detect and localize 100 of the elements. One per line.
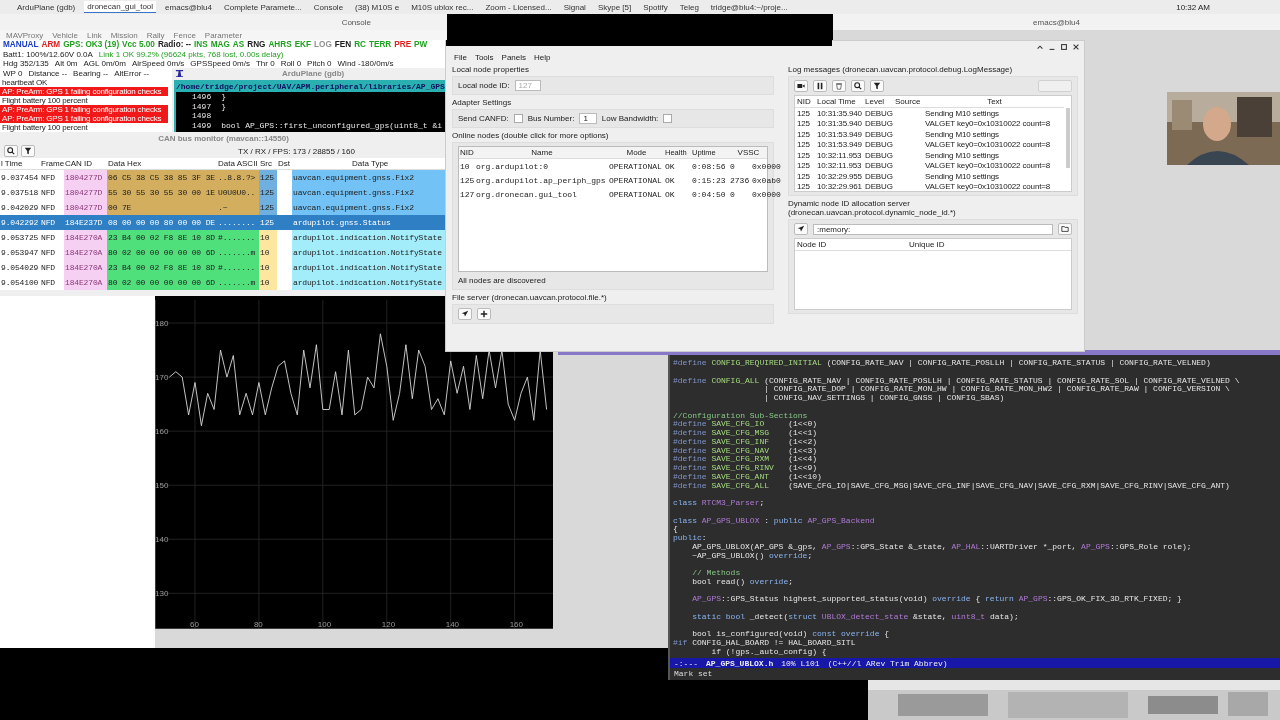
maximize-icon[interactable] <box>1060 42 1068 51</box>
taskbar-button[interactable]: emacs@blu4 <box>162 1 215 13</box>
code-token: &state, <box>912 611 948 621</box>
taskbar-button[interactable]: Skype [5] <box>594 1 635 13</box>
checkbox[interactable] <box>663 114 673 123</box>
rocket-button[interactable] <box>458 308 472 320</box>
field-label: Low Bandwidth: <box>601 114 659 123</box>
camera-icon <box>797 82 805 90</box>
buffer-state: -:--- <box>674 658 698 668</box>
table-cell-text: Sending M10 settings <box>924 129 1000 139</box>
code-token: (1<<9) <box>787 463 818 472</box>
bus-number-spinbox[interactable]: 1 <box>579 113 597 124</box>
table-cell-text: Sending M10 settings <box>924 108 1000 118</box>
frame-row[interactable]: 9.042029 NFD 1804277D 00 7E .~ 125 uavcan.equipment.gnss.Fix2 <box>0 200 447 215</box>
menu-item[interactable]: Fence <box>173 30 196 40</box>
column-header: Unique ID <box>908 240 946 249</box>
table-cell: 00 7E <box>107 200 217 215</box>
taskbar-button[interactable]: Complete Paramete... <box>220 1 305 13</box>
table-cell: ardupilot.indication.NotifyState <box>292 230 447 245</box>
axis-tick-label: 150 <box>155 481 169 491</box>
menu-item[interactable]: Rally <box>146 30 165 40</box>
table-cell: 23 B4 00 02 F8 8E 10 8D <box>107 230 217 245</box>
table-cell-text: 125 <box>796 108 811 118</box>
menu-item[interactable]: Vehicle <box>52 30 78 40</box>
code-token: | CONFIG_RATE_DOP | CONFIG_RATE_MON_HW | CONFIG_RATE_MON_HW2 | CONFIG_RATE_RAW | CONFIG_VERSION \ <box>763 384 1230 394</box>
table-cell: 55 30 55 30 55 30 00 1E <box>107 185 217 200</box>
code-token: // Methods <box>691 568 741 577</box>
code-token: _detect( <box>748 611 789 621</box>
code-token: CONFIG_REQUIRED_INITIAL <box>710 358 822 367</box>
taskbar-button[interactable]: ArduPlane (gdb) <box>14 1 79 13</box>
search-button[interactable] <box>851 80 865 92</box>
column-header: Text <box>986 97 1003 106</box>
taskbar-button[interactable]: dronecan_gui_tool <box>84 1 157 13</box>
code-token: AP_GPS_UBLOX <box>700 515 760 525</box>
folder-button[interactable] <box>1058 223 1072 235</box>
table-cell: .......m <box>217 275 259 290</box>
frame-row[interactable]: 9.037518 NFD 1804277D 55 30 55 30 55 30 00 1E U0U0U0.. 125 uavcan.equipment.gnss.Fix2 <box>0 185 447 200</box>
frame-row[interactable]: 9.054029 NFD 184E270A 23 B4 00 02 F8 8E 10 8D #....... 10 ardupilot.indication.NotifyState <box>0 260 447 275</box>
table-cell-text: 9.054100 <box>0 277 40 289</box>
filter-button[interactable] <box>870 80 884 92</box>
clock: 10:32 AM <box>1176 2 1210 12</box>
search-button[interactable] <box>4 145 18 157</box>
table-cell-text: org.ardupilot:0 <box>475 161 549 171</box>
taskbar-button[interactable]: Console <box>310 1 347 13</box>
camera-button[interactable] <box>794 80 808 92</box>
frame-row[interactable]: 9.042292 NFD 184E237D 08 00 00 00 80 00 00 DE ........ 125 ardupilot.gnss.Status <box>0 215 447 230</box>
add-button[interactable] <box>477 308 491 320</box>
menu-item[interactable]: File <box>454 52 467 62</box>
code-token: CONFIG_ALL <box>710 375 760 385</box>
menu-item[interactable]: Link <box>87 30 102 40</box>
code-token: | CONFIG_NAV_SETTINGS | CONFIG_GNSS | CONFIG_SBAS) <box>763 393 1005 402</box>
table-cell: 80 02 00 00 00 00 00 6D <box>107 275 217 290</box>
taskbar-button[interactable]: Teleg <box>676 1 702 13</box>
frame-row[interactable]: 9.054100 NFD 184E270A 80 02 00 00 00 00 00 6D .......m 10 ardupilot.indication.NotifyState <box>0 275 447 290</box>
pause-button[interactable] <box>813 80 827 92</box>
taskbar-button[interactable]: Spotify <box>640 1 671 13</box>
field-label: Local node ID: <box>458 81 510 90</box>
scrollbar[interactable] <box>1066 108 1070 168</box>
code-token: #define <box>673 419 707 429</box>
table-cell-text: 10:32:11.953 <box>816 161 863 171</box>
toggle-button[interactable] <box>1038 80 1072 92</box>
table-cell-text: 9.037454 <box>0 172 40 184</box>
frame-row[interactable]: 9.037454 NFD 1804277D 06 C5 38 C5 38 85 3F 3E ..8.8.?> 125 uavcan.equipment.gnss.Fix2 <box>0 170 447 185</box>
database-combo[interactable]: :memory: <box>813 223 1053 235</box>
code-token: (CONFIG_RATE_NAV | CONFIG_RATE_POSLLH | CONFIG_RATE_STATUS | CONFIG_RATE_SOL | CONFIG_RATE_VELNED \ <box>763 375 1240 385</box>
menu-item[interactable]: MAVProxy <box>6 30 44 40</box>
code-token: (SAVE_CFG_IO|SAVE_CFG_MSG|SAVE_CFG_INF|SAVE_CFG_NAV|SAVE_CFG_RXM|SAVE_CFG_RINV|SAVE_CFG_ANT) <box>787 480 1230 490</box>
axis-tick-label: 140 <box>445 620 460 629</box>
code-token: static bool <box>691 611 745 621</box>
table-cell-text: 9.053947 <box>0 247 40 259</box>
menu-item[interactable]: Parameter <box>204 30 243 40</box>
rocket-button[interactable] <box>794 223 808 235</box>
code-line: } <box>221 101 226 111</box>
table-cell-text: DEBUG <box>864 161 893 171</box>
checkbox[interactable] <box>513 114 523 123</box>
section-heading: File server (dronecan.uavcan.protocol.file.*) <box>452 293 607 302</box>
menu-item[interactable]: Help <box>534 52 551 62</box>
column-header: Name <box>530 148 554 157</box>
taskbar-button[interactable]: M10S ublox rec... <box>408 1 477 13</box>
table-cell: 125 <box>259 185 277 200</box>
frame-row[interactable]: 9.053947 NFD 184E270A 80 02 00 00 00 00 00 6D .......m 10 ardupilot.indication.NotifyState <box>0 245 447 260</box>
axis-tick-label: 160 <box>509 620 523 629</box>
filter-button[interactable] <box>21 145 35 157</box>
taskbar-button[interactable]: Zoom - Licensed... <box>482 1 555 13</box>
table-cell: 184E270A <box>64 230 107 245</box>
taskbar-button[interactable]: tridge@blu4:~/proje... <box>707 1 791 13</box>
trash-button[interactable] <box>832 80 846 92</box>
code-token: data); <box>988 611 1019 621</box>
menu-item[interactable]: Mission <box>110 30 138 40</box>
taskbar-button[interactable]: (38) M10S e <box>352 1 403 13</box>
axis-tick-label: 140 <box>155 535 169 545</box>
close-icon[interactable] <box>1072 42 1080 51</box>
taskbar-button[interactable]: Signal <box>560 1 589 13</box>
menu-item[interactable]: Tools <box>474 52 494 62</box>
table-cell-text: 10:31:35.940 <box>816 119 863 129</box>
table-cell-text: VALGET key0=0x10310022 count=8 <box>924 161 1052 171</box>
table-cell-text: NFD <box>40 232 56 244</box>
frame-row[interactable]: 9.053725 NFD 184E270A 23 B4 00 02 F8 8E 10 8D #....... 10 ardupilot.indication.NotifyState <box>0 230 447 245</box>
menu-item[interactable]: Panels <box>501 52 527 62</box>
table-cell-text: 184E237D <box>64 217 104 229</box>
